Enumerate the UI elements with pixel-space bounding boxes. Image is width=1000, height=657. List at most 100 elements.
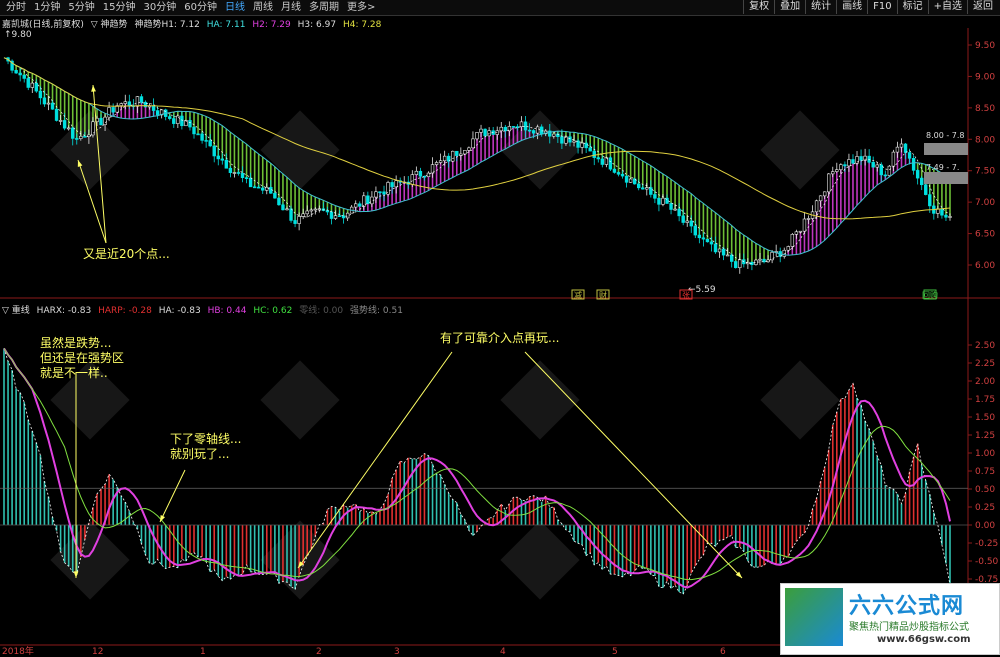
candle-body-205 (831, 171, 835, 175)
candle-body-150 (608, 157, 613, 170)
event-mark-0: 减 (574, 290, 582, 300)
candle-body-119 (483, 128, 487, 137)
candle-body-71 (289, 208, 293, 221)
candle-body-56 (228, 167, 233, 173)
date-label-0: 2018年 (2, 645, 34, 657)
price-box-1 (924, 143, 968, 155)
candle-body-9 (38, 90, 43, 99)
candle-body-161 (653, 194, 657, 199)
sub-axis-label-1: 2.25 (975, 359, 995, 369)
candle-body-206 (835, 169, 839, 172)
candle-body-181 (734, 261, 738, 269)
candle-body-195 (790, 234, 795, 247)
sub-axis-label-8: 0.50 (975, 485, 995, 495)
candle-body-132 (535, 126, 540, 134)
candle-body-151 (612, 168, 617, 173)
candle-body-225 (911, 158, 916, 171)
annotation-downtrend: 虽然是跌势... 但还是在强势区 就是不一样.. (40, 336, 125, 380)
candle-body-109 (442, 155, 447, 162)
candle-body-175 (709, 241, 714, 245)
price-box-label-1: 8.00 - 7.8 (926, 131, 965, 140)
candle-body-223 (903, 143, 908, 153)
candle-body-77 (313, 208, 317, 211)
candle-body-222 (899, 143, 904, 148)
price-axis-label-1: 9.00 (975, 72, 995, 82)
candle-body-33 (135, 96, 140, 107)
annotation-entry-point: 有了可靠介入点再玩... (440, 331, 560, 345)
candle-body-233 (944, 214, 948, 218)
candle-body-166 (673, 208, 677, 211)
candle-body-78 (317, 208, 322, 211)
candle-body-44 (180, 115, 184, 127)
candle-body-84 (341, 215, 346, 219)
candle-body-74 (301, 213, 305, 217)
candle-body-73 (297, 216, 301, 224)
annotation-near-20: 又是近20个点... (83, 247, 170, 261)
candle-body-227 (920, 177, 924, 186)
candle-body-159 (645, 187, 649, 190)
candle-body-218 (883, 174, 888, 177)
candle-body-102 (414, 170, 419, 175)
candle-body-7 (30, 82, 34, 88)
candle-body-70 (285, 208, 289, 211)
candle-body-130 (527, 129, 532, 132)
candle-body-47 (192, 126, 196, 135)
candle-body-155 (628, 178, 633, 183)
candle-body-69 (281, 204, 285, 211)
candle-body-53 (216, 155, 220, 160)
candle-body-190 (770, 251, 774, 261)
watermark-0 (50, 110, 130, 190)
candle-body-31 (127, 101, 132, 106)
candle-body-208 (843, 164, 847, 167)
candle-body-29 (119, 103, 123, 106)
candle-body-4 (18, 72, 22, 76)
price-axis-label-0: 9.50 (975, 41, 995, 51)
candle-body-37 (151, 105, 156, 111)
logo-mark-icon (785, 588, 843, 646)
candle-body-65 (265, 187, 269, 191)
price-axis-label-5: 7.00 (975, 198, 995, 208)
candle-body-229 (928, 194, 932, 207)
watermark-10 (500, 520, 580, 600)
sub-axis-label-7: 0.75 (975, 467, 995, 477)
candle-body-76 (309, 209, 313, 212)
candle-body-157 (637, 183, 641, 189)
candle-body-88 (358, 203, 362, 207)
watermark-8 (50, 520, 130, 600)
candle-body-20 (83, 135, 87, 138)
candle-body-204 (827, 173, 831, 193)
sub-axis-label-10: 0.00 (975, 521, 995, 531)
price-axis-label-7: 6.00 (975, 261, 995, 271)
annotation-below-zero: 下了零轴线... 就别玩了... (170, 432, 242, 461)
candle-body-219 (887, 165, 892, 176)
candle-body-154 (624, 175, 629, 183)
event-mark-3: 回购 (922, 290, 938, 300)
candle-body-171 (693, 225, 698, 236)
price-box-label-2: 7.49 - 7. (926, 163, 959, 172)
candle-body-107 (434, 162, 439, 165)
candle-body-199 (806, 218, 811, 220)
high-price-label: ↑9.80 (4, 30, 32, 40)
candle-body-122 (495, 130, 499, 135)
watermark-5 (260, 360, 340, 440)
candle-body-201 (814, 200, 819, 213)
candle-body-8 (34, 82, 39, 92)
sub-axis-label-12: -0.50 (975, 557, 999, 567)
candle-body-96 (390, 182, 394, 188)
candle-body-167 (677, 208, 681, 217)
chart-canvas[interactable]: 9.50 9.00 8.50 8.00 7.50 7.00 6.50 6.00 2.50 2.25… (0, 0, 1000, 657)
candle-body-18 (75, 138, 79, 140)
candle-body-215 (871, 161, 875, 168)
candle-body-30 (123, 101, 127, 104)
candle-body-41 (168, 116, 172, 119)
watermark-6 (500, 360, 580, 440)
candle-body-140 (568, 136, 572, 143)
candle-body-27 (111, 107, 115, 113)
candle-body-158 (641, 187, 645, 190)
sub-axis-label-9: 0.25 (975, 503, 995, 513)
candle-body-173 (701, 237, 706, 240)
candle-body-221 (895, 146, 900, 153)
price-axis-label-3: 8.00 (975, 135, 995, 145)
candle-body-128 (519, 121, 524, 127)
candle-body-124 (503, 126, 507, 132)
